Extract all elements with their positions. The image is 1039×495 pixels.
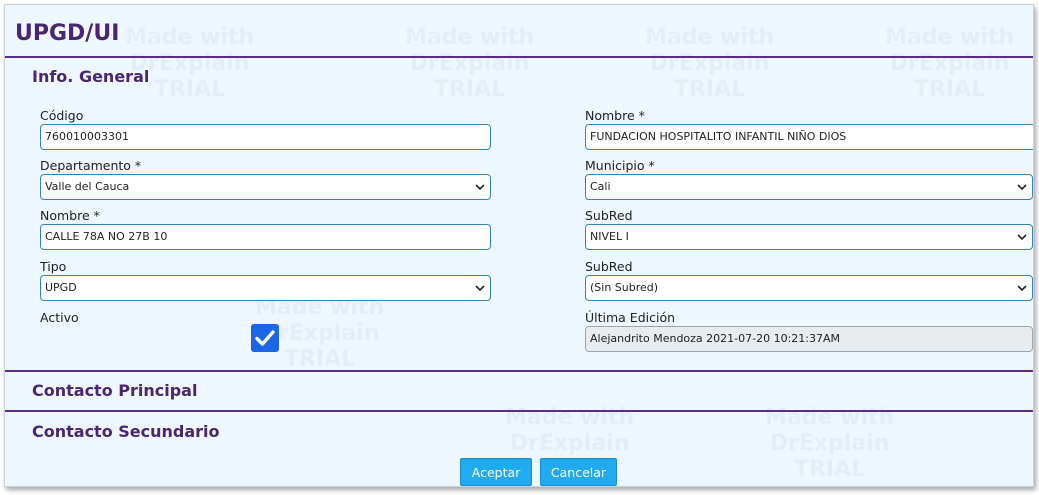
nombre-direccion-label: Nombre * — [40, 208, 100, 223]
watermark: Made with DrExplain TRIAL — [645, 25, 775, 102]
subred-nivel-label: SubRed — [585, 208, 633, 223]
subred-value: (Sin Subred) — [590, 281, 659, 294]
section-title-contacto-secundario[interactable]: Contacto Secundario — [32, 422, 220, 441]
dialog-window: Made with DrExplain TRIAL Made with DrEx… — [4, 4, 1034, 487]
subred-nivel-value: NIVEL I — [590, 230, 629, 243]
section-title-info-general[interactable]: Info. General — [32, 67, 149, 86]
header-divider — [5, 56, 1033, 58]
watermark: Made with DrExplain TRIAL — [885, 25, 1015, 102]
nombre-entidad-label: Nombre * — [585, 108, 645, 123]
checkmark-icon — [255, 330, 275, 346]
watermark: Made with DrExplain TRIAL — [405, 25, 535, 102]
chevron-down-icon — [475, 184, 485, 191]
chevron-down-icon — [475, 285, 485, 292]
codigo-label: Código — [40, 108, 84, 123]
subred-select[interactable]: (Sin Subred) — [585, 275, 1033, 301]
accept-button[interactable]: Aceptar — [460, 458, 532, 486]
chevron-down-icon — [1017, 184, 1027, 191]
cancel-button[interactable]: Cancelar — [540, 458, 617, 486]
watermark: Made with DrExplain TRIAL — [125, 25, 255, 102]
activo-label: Activo — [40, 310, 79, 325]
departamento-label: Departamento * — [40, 158, 142, 173]
subred-label: SubRed — [585, 259, 633, 274]
nombre-direccion-input[interactable]: CALLE 78A NO 27B 10 — [40, 224, 491, 250]
departamento-value: Valle del Cauca — [45, 180, 130, 193]
nombre-entidad-input[interactable]: FUNDACION HOSPITALITO INFANTIL NIÑO DIOS — [585, 124, 1033, 150]
codigo-input[interactable]: 760010003301 — [40, 124, 491, 150]
section-divider — [5, 410, 1033, 412]
municipio-label: Municipio * — [585, 158, 655, 173]
activo-checkbox[interactable] — [251, 324, 279, 352]
ultima-edicion-label: Última Edición — [585, 310, 676, 325]
section-divider — [5, 370, 1033, 372]
section-title-contacto-principal[interactable]: Contacto Principal — [32, 381, 197, 400]
tipo-value: UPGD — [45, 281, 77, 294]
tipo-select[interactable]: UPGD — [40, 275, 491, 301]
municipio-value: Cali — [590, 180, 611, 193]
subred-nivel-select[interactable]: NIVEL I — [585, 224, 1033, 250]
tipo-label: Tipo — [40, 259, 67, 274]
municipio-select[interactable]: Cali — [585, 174, 1033, 200]
watermark: Made with DrExplain TRIAL — [765, 405, 895, 482]
page-title: UPGD/UI — [15, 21, 120, 46]
chevron-down-icon — [1017, 285, 1027, 292]
departamento-select[interactable]: Valle del Cauca — [40, 174, 491, 200]
ultima-edicion-field: Alejandrito Mendoza 2021-07-20 10:21:37A… — [585, 326, 1033, 352]
chevron-down-icon — [1017, 234, 1027, 241]
